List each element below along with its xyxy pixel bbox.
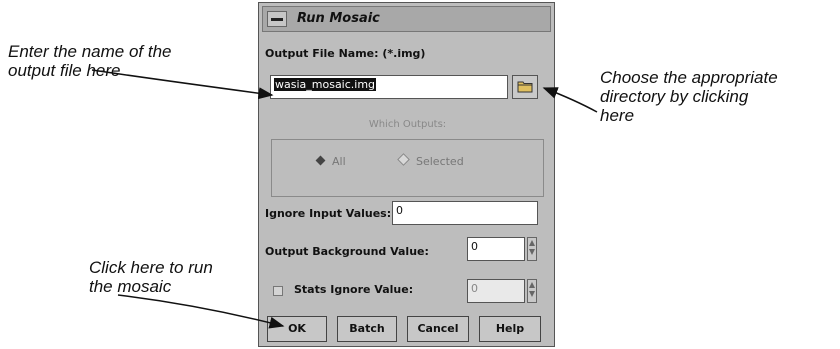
callout-line: Click here to run [89,258,213,277]
radio-all[interactable]: All [315,155,346,168]
spin-up-icon [529,240,535,246]
help-button[interactable]: Help [479,316,541,342]
callout-line: the mosaic [89,277,172,296]
callout-line: output file here [8,61,121,80]
output-background-field[interactable]: 0 [467,237,525,261]
ignore-input-label: Ignore Input Values: [265,207,392,220]
callout-directory: Choose the appropriate directory by clic… [600,68,778,125]
output-file-field[interactable]: wasia_mosaic.img [270,75,508,99]
output-file-value: wasia_mosaic.img [274,78,377,91]
batch-button[interactable]: Batch [337,316,397,342]
output-background-spinner[interactable] [527,237,537,261]
radio-selected[interactable]: Selected [397,153,464,168]
callout-line: directory by clicking [600,87,749,106]
run-mosaic-dialog: Run Mosaic Output File Name: (*.img) was… [258,2,555,347]
spin-down-icon [529,291,535,297]
stats-ignore-label: Stats Ignore Value: [294,283,414,296]
spin-up-icon [529,282,535,288]
folder-open-button[interactable] [512,75,538,99]
radio-unselected-icon [397,153,410,166]
which-outputs-group [271,139,544,197]
which-outputs-label: Which Outputs: [368,119,447,130]
stats-ignore-checkbox[interactable] [273,286,283,296]
stats-ignore-field[interactable]: 0 [467,279,525,303]
spin-down-icon [529,249,535,255]
ignore-input-field[interactable]: 0 [392,201,538,225]
dialog-title: Run Mosaic [297,11,380,26]
title-bar: Run Mosaic [262,6,551,32]
radio-all-label: All [332,155,346,168]
radio-selected-label: Selected [416,155,464,168]
stats-ignore-spinner[interactable] [527,279,537,303]
output-file-label: Output File Name: (*.img) [265,47,426,60]
callout-output-filename: Enter the name of the output file here [8,42,172,80]
ok-button[interactable]: OK [267,316,327,342]
callout-run: Click here to run the mosaic [89,258,213,296]
callout-line: here [600,106,635,125]
callout-line: Choose the appropriate [600,68,778,87]
callout-line: Enter the name of the [8,42,172,61]
output-background-label: Output Background Value: [265,245,429,258]
radio-selected-icon [315,155,326,166]
cancel-button[interactable]: Cancel [407,316,469,342]
window-menu-button[interactable] [267,11,287,27]
folder-icon [517,78,533,97]
